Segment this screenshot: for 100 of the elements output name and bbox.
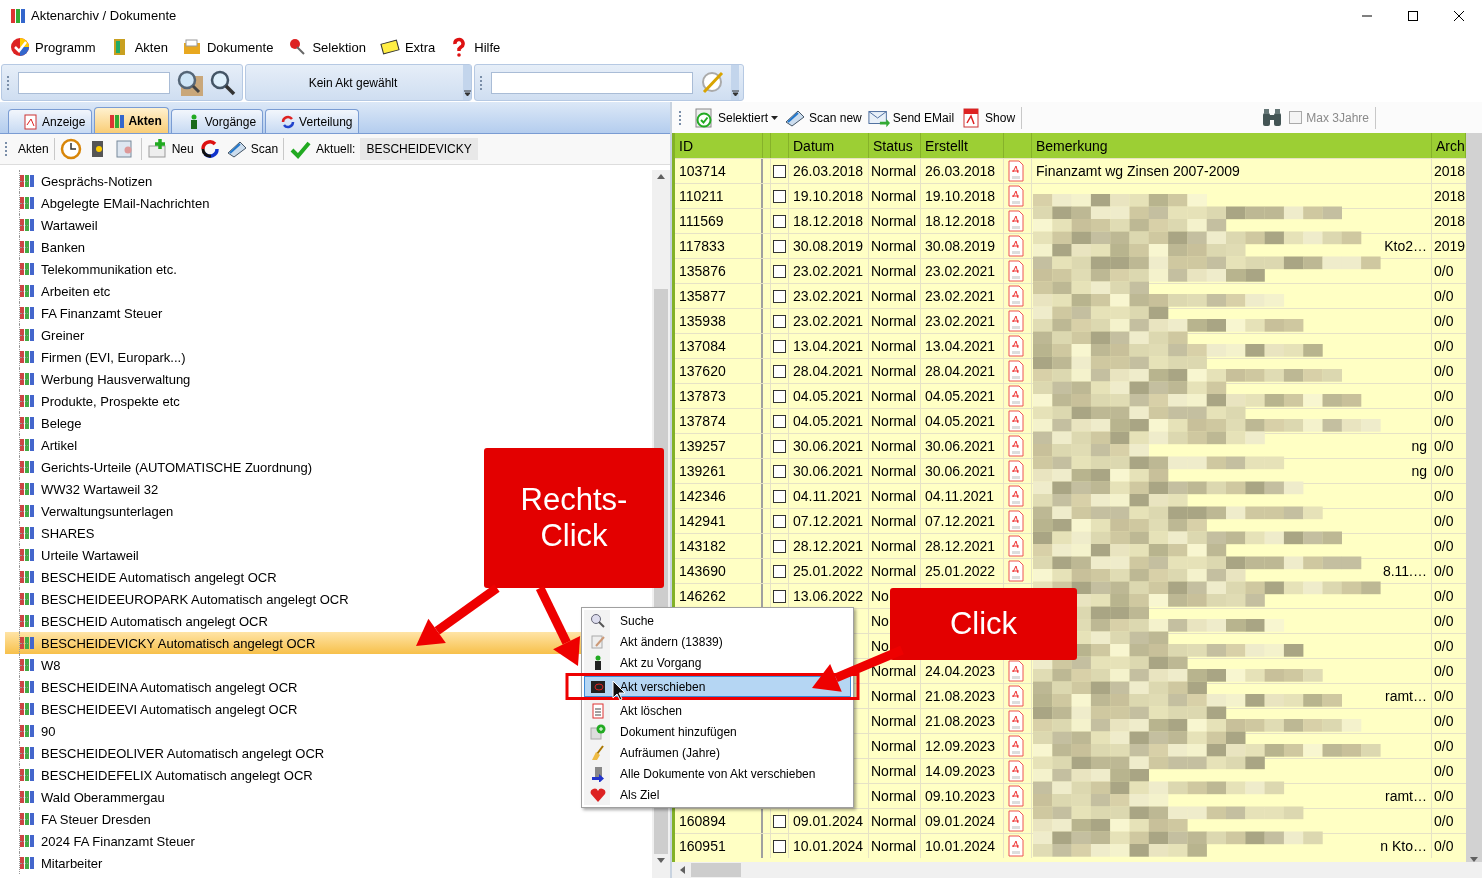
table-cell: 146262 bbox=[679, 588, 726, 604]
table-cell: 21.08.2023 bbox=[925, 713, 996, 729]
table-cell: 8.11.… bbox=[1382, 563, 1427, 579]
table-cell: 160951 bbox=[679, 838, 726, 854]
table-cell: 2018 bbox=[1434, 188, 1466, 204]
table-cell: 0/0 bbox=[1434, 263, 1454, 279]
table-cell: Normal bbox=[871, 738, 917, 754]
table-cell: Normal bbox=[871, 413, 917, 429]
checkbox-label: Max 3Jahre bbox=[1306, 110, 1369, 125]
table-cell: 30.08.2019 bbox=[793, 238, 864, 254]
table-cell: 0/0 bbox=[1434, 638, 1454, 654]
table-cell: n Kto… bbox=[1380, 838, 1427, 854]
table-cell: 30.06.2021 bbox=[793, 463, 864, 479]
table-cell: 19.10.2018 bbox=[925, 188, 996, 204]
table-cell: 0/0 bbox=[1434, 463, 1454, 479]
table-cell: No bbox=[871, 638, 889, 654]
table-cell: 0/0 bbox=[1434, 488, 1454, 504]
table-cell: 14.09.2023 bbox=[925, 763, 996, 779]
table-cell: 0/0 bbox=[1434, 288, 1454, 304]
table-cell: ramt… bbox=[1385, 688, 1427, 704]
table-cell: 13.04.2021 bbox=[793, 338, 864, 354]
table-cell: 139257 bbox=[679, 438, 726, 454]
table-cell: 0/0 bbox=[1434, 388, 1454, 404]
table-cell: Normal bbox=[871, 813, 917, 829]
table-cell: 23.02.2021 bbox=[925, 288, 996, 304]
table-cell: 111569 bbox=[679, 213, 724, 229]
table-cell: 07.12.2021 bbox=[925, 513, 996, 529]
table-cell: Finanzamt wg Zinsen 2007-2009 bbox=[1036, 163, 1240, 179]
table-cell: 0/0 bbox=[1434, 438, 1454, 454]
table-cell: 0/0 bbox=[1434, 613, 1454, 629]
table-cell: 0/0 bbox=[1434, 688, 1454, 704]
table-cell: 135938 bbox=[679, 313, 726, 329]
table-cell: 0/0 bbox=[1434, 563, 1454, 579]
table-cell: 0/0 bbox=[1434, 713, 1454, 729]
table-cell: 2018 bbox=[1434, 213, 1466, 229]
table-cell: 2018 bbox=[1434, 163, 1466, 179]
callout-label: Rechts-Click bbox=[484, 448, 664, 588]
table-cell: 30.06.2021 bbox=[925, 438, 996, 454]
table-cell: Normal bbox=[871, 288, 917, 304]
table-cell: 0/0 bbox=[1434, 588, 1454, 604]
table-cell: 143182 bbox=[679, 538, 726, 554]
table-cell: Normal bbox=[871, 838, 917, 854]
table-cell: Normal bbox=[871, 538, 917, 554]
table-cell: Normal bbox=[871, 388, 917, 404]
table-cell: 117833 bbox=[679, 238, 725, 254]
table-cell: 28.04.2021 bbox=[793, 363, 864, 379]
table-cell: 28.12.2021 bbox=[925, 538, 996, 554]
table-cell: 18.12.2018 bbox=[925, 213, 996, 229]
table-cell: 0/0 bbox=[1434, 513, 1454, 529]
table-cell: 25.01.2022 bbox=[925, 563, 996, 579]
table-cell: 137084 bbox=[679, 338, 726, 354]
table-cell: Normal bbox=[871, 238, 917, 254]
table-cell: 23.02.2021 bbox=[925, 263, 996, 279]
table-cell: 0/0 bbox=[1434, 763, 1454, 779]
table-cell: 04.05.2021 bbox=[925, 413, 996, 429]
table-cell: 09.01.2024 bbox=[925, 813, 996, 829]
table-cell: 139261 bbox=[679, 463, 726, 479]
table-cell: 0/0 bbox=[1434, 313, 1454, 329]
status-label: Kein Akt gewählt bbox=[307, 75, 399, 90]
table-cell: 04.05.2021 bbox=[793, 413, 864, 429]
table-cell: 09.10.2023 bbox=[925, 788, 996, 804]
table-cell: Normal bbox=[871, 513, 917, 529]
table-cell: 0/0 bbox=[1434, 538, 1454, 554]
table-cell: 10.01.2024 bbox=[925, 838, 996, 854]
table-cell: 13.06.2022 bbox=[793, 588, 864, 604]
table-cell: Normal bbox=[871, 563, 917, 579]
table-cell: 30.06.2021 bbox=[925, 463, 996, 479]
table-cell: 26.03.2018 bbox=[793, 163, 864, 179]
table-cell: 30.08.2019 bbox=[925, 238, 996, 254]
table-cell: Normal bbox=[871, 438, 917, 454]
table-cell: 04.05.2021 bbox=[793, 388, 864, 404]
table-cell: Normal bbox=[871, 788, 917, 804]
window-title: Aktenarchiv / Dokumente bbox=[31, 8, 177, 23]
table-cell: 23.02.2021 bbox=[793, 263, 864, 279]
table-cell: Normal bbox=[871, 338, 917, 354]
table-cell: 0/0 bbox=[1434, 413, 1454, 429]
table-cell: 135876 bbox=[679, 263, 726, 279]
table-cell: Normal bbox=[871, 363, 917, 379]
toolbar-label: Akten bbox=[18, 142, 49, 156]
table-cell: 19.10.2018 bbox=[793, 188, 864, 204]
table-cell: 137620 bbox=[679, 363, 726, 379]
table-cell: 30.06.2021 bbox=[793, 438, 864, 454]
table-cell: 04.11.2021 bbox=[925, 488, 995, 504]
current-value: BESCHEIDEVICKY bbox=[360, 138, 478, 160]
table-cell: No bbox=[871, 613, 889, 629]
table-cell: Normal bbox=[871, 663, 917, 679]
table-cell: 04.05.2021 bbox=[925, 388, 996, 404]
table-cell: 0/0 bbox=[1434, 838, 1454, 854]
table-cell: 28.04.2021 bbox=[925, 363, 996, 379]
table-cell: 04.11.2021 bbox=[793, 488, 863, 504]
table-cell: 21.08.2023 bbox=[925, 688, 996, 704]
table-cell: 23.02.2021 bbox=[793, 313, 864, 329]
table-cell: Normal bbox=[871, 263, 917, 279]
table-cell: 2019 bbox=[1434, 238, 1466, 254]
table-cell: 23.02.2021 bbox=[793, 288, 864, 304]
table-cell: 09.01.2024 bbox=[793, 813, 864, 829]
table-cell: 0/0 bbox=[1434, 813, 1454, 829]
table-cell: 135877 bbox=[679, 288, 726, 304]
table-cell: Normal bbox=[871, 463, 917, 479]
table-cell: Normal bbox=[871, 313, 917, 329]
